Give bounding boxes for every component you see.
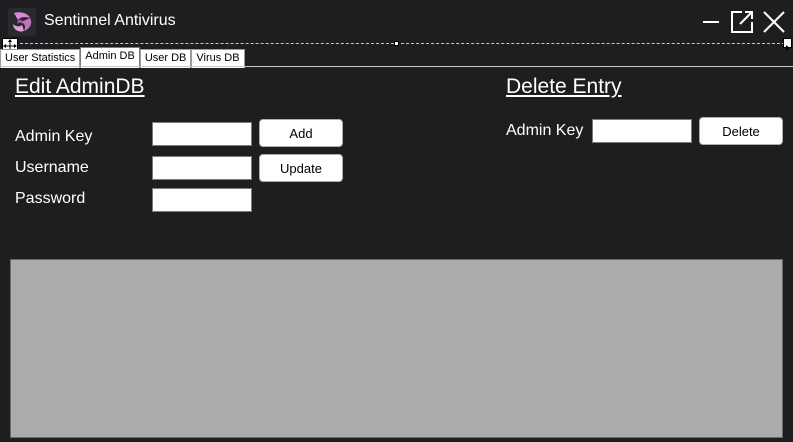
app-title: Sentinnel Antivirus bbox=[44, 12, 176, 29]
delete-admin-key-label: Admin Key bbox=[506, 122, 584, 139]
edit-admindb-heading: Edit AdminDB bbox=[15, 75, 145, 98]
username-label: Username bbox=[15, 159, 89, 176]
admin-data-grid[interactable] bbox=[10, 259, 783, 438]
tab-strip-divider bbox=[0, 66, 793, 67]
resize-handle[interactable] bbox=[394, 41, 399, 46]
close-icon bbox=[763, 11, 785, 33]
swirl-logo-icon bbox=[8, 8, 36, 36]
admin-key-label: Admin Key bbox=[15, 128, 93, 145]
tab-bar: User Statistics Admin DB User DB Virus D… bbox=[0, 47, 245, 68]
minimize-icon bbox=[703, 21, 719, 23]
delete-admin-key-field[interactable] bbox=[592, 119, 692, 143]
delete-button[interactable]: Delete bbox=[699, 117, 783, 145]
title-bar: Sentinnel Antivirus bbox=[0, 0, 793, 42]
admin-key-field[interactable] bbox=[152, 122, 252, 146]
tab-scroll-right-button[interactable] bbox=[783, 38, 792, 51]
chevron-right-icon bbox=[786, 45, 790, 51]
minimize-button[interactable] bbox=[698, 8, 726, 36]
main-window: Sentinnel Antivirus User Statistics Admi… bbox=[0, 0, 793, 442]
close-button[interactable] bbox=[760, 8, 788, 36]
username-field[interactable] bbox=[152, 156, 252, 180]
password-field[interactable] bbox=[152, 188, 252, 212]
delete-entry-heading: Delete Entry bbox=[506, 75, 622, 98]
password-label: Password bbox=[15, 190, 86, 207]
update-button[interactable]: Update bbox=[259, 154, 343, 182]
popout-button[interactable] bbox=[728, 8, 756, 36]
add-button[interactable]: Add bbox=[259, 119, 343, 147]
popout-icon bbox=[731, 11, 753, 33]
tab-admin-db[interactable]: Admin DB bbox=[80, 47, 140, 68]
